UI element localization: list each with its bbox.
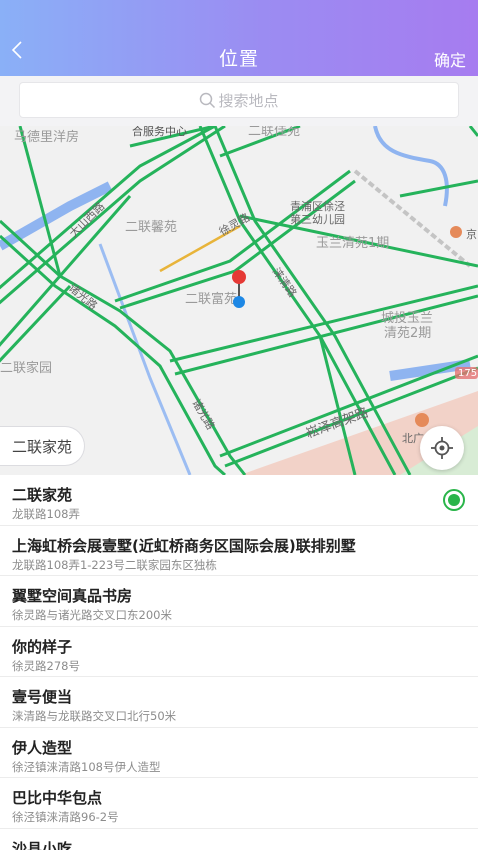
place-address: 徐灵路278号 bbox=[12, 658, 80, 673]
current-place-chip[interactable]: 二联家苑 bbox=[0, 426, 86, 466]
label-erlianxin: 二联馨苑 bbox=[125, 219, 177, 235]
list-item[interactable]: 翼墅空间真品书房 徐灵路与诸光路交叉口东200米 bbox=[0, 576, 478, 627]
label-erlianjiayuan: 二联家园 bbox=[0, 360, 52, 376]
search-icon bbox=[200, 92, 216, 108]
locate-me-button[interactable] bbox=[420, 426, 464, 470]
place-name: 壹号便当 bbox=[12, 688, 73, 706]
label-yulan1: 玉兰清苑1期 bbox=[316, 236, 389, 251]
place-name: 你的样子 bbox=[12, 637, 73, 656]
label-madeli: 马德里洋房 bbox=[14, 129, 79, 145]
label-hefu: 合服务中心 bbox=[132, 126, 187, 138]
place-name: 巴比中华包点 bbox=[12, 789, 103, 807]
list-item[interactable]: 二联家苑 龙联路108弄 bbox=[0, 475, 478, 526]
place-address: 龙联路108弄1-223号二联家园东区独栋 bbox=[12, 557, 217, 572]
page-title: 位置 bbox=[218, 48, 259, 70]
confirm-button[interactable]: 确定 bbox=[434, 47, 466, 71]
selected-radio-icon[interactable] bbox=[443, 489, 465, 511]
label-jing: 京 bbox=[466, 227, 477, 241]
search-bar: 搜索地点 bbox=[0, 76, 478, 126]
place-address: 徐泾镇涞清路96-2号 bbox=[12, 810, 119, 824]
header-bar: 位置 确定 bbox=[0, 0, 478, 76]
place-list: 二联家苑 龙联路108弄 上海虹桥会展壹墅(近虹桥商务区国际会展)联排别墅 龙联… bbox=[0, 475, 478, 850]
place-name: 翼墅空间真品书房 bbox=[12, 587, 133, 605]
label-chengtou2: 清苑2期 bbox=[384, 326, 431, 341]
label-laiqing: 涞清路 bbox=[270, 265, 300, 299]
place-address: 徐灵路与诸光路交叉口东200米 bbox=[12, 608, 172, 622]
label-erlianfu: 二联富苑 bbox=[185, 291, 237, 307]
list-item[interactable]: 你的样子 徐灵路278号 bbox=[0, 627, 478, 677]
list-item[interactable]: 沙县小吃 bbox=[0, 829, 478, 850]
map-view[interactable]: 马德里洋房 合服务中心 二联佳苑 二联馨苑 二联富苑 二联家园 青浦区徐泾 第三… bbox=[0, 126, 478, 475]
place-address: 涞清路与龙联路交叉口北行50米 bbox=[12, 709, 177, 723]
crosshair-icon bbox=[431, 437, 453, 459]
location-pin-icon bbox=[232, 270, 246, 308]
list-item[interactable]: 壹号便当 涞清路与龙联路交叉口北行50米 bbox=[0, 677, 478, 728]
poi-marker-icon bbox=[415, 413, 429, 427]
place-name: 上海虹桥会展壹墅(近虹桥商务区国际会展)联排别墅 bbox=[12, 536, 356, 555]
label-qingpu1: 青浦区徐泾 bbox=[290, 199, 345, 213]
place-address: 徐泾镇涞清路108号伊人造型 bbox=[12, 759, 161, 774]
label-road-no-front: 175 bbox=[458, 368, 477, 379]
poi-marker-icon bbox=[450, 226, 462, 238]
list-item[interactable]: 伊人造型 徐泾镇涞清路108号伊人造型 bbox=[0, 728, 478, 778]
list-item[interactable]: 巴比中华包点 徐泾镇涞清路96-2号 bbox=[0, 778, 478, 829]
search-input[interactable]: 搜索地点 bbox=[19, 82, 459, 118]
search-placeholder: 搜索地点 bbox=[218, 91, 279, 110]
place-address: 龙联路108弄 bbox=[12, 507, 80, 521]
place-name: 沙县小吃 bbox=[12, 839, 73, 850]
label-chengtou1: 城投玉兰 bbox=[381, 310, 433, 326]
place-name: 二联家苑 bbox=[12, 486, 73, 504]
label-xuling: 徐灵路 bbox=[217, 210, 253, 239]
map-canvas: 马德里洋房 合服务中心 二联佳苑 二联馨苑 二联富苑 二联家园 青浦区徐泾 第三… bbox=[0, 126, 478, 475]
place-name: 伊人造型 bbox=[12, 738, 73, 757]
label-erlianjia-top: 二联佳苑 bbox=[248, 126, 300, 139]
list-item[interactable]: 上海虹桥会展壹墅(近虹桥商务区国际会展)联排别墅 龙联路108弄1-223号二联… bbox=[0, 526, 478, 576]
road-2 bbox=[0, 126, 226, 305]
label-qingpu2: 第三幼儿园 bbox=[290, 212, 345, 226]
